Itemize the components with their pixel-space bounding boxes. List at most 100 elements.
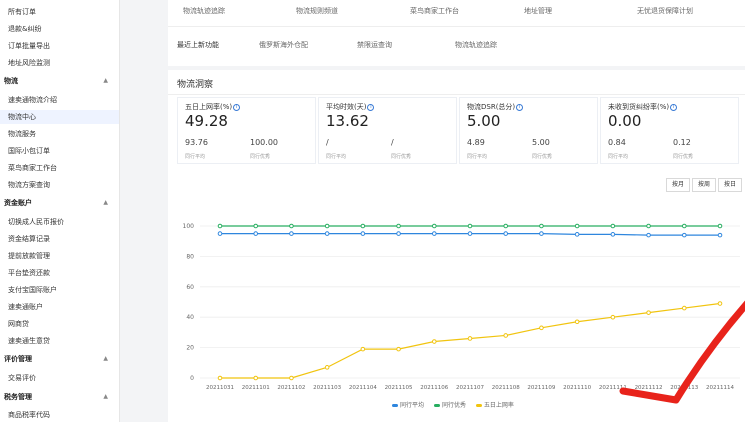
legend-item-peer-best[interactable]: 同行优秀 xyxy=(433,402,466,409)
panel-divider xyxy=(168,94,745,95)
sidebar-item-tax-code[interactable]: 商品税率代码 xyxy=(8,408,50,422)
y-tick-label: 40 xyxy=(186,314,194,321)
sidebar-item-logistics-center[interactable]: 物流中心 xyxy=(0,110,119,124)
sidebar-group-logistics[interactable]: 物流 ▲ xyxy=(4,74,116,88)
link-restricted-query[interactable]: 禁限运查询 xyxy=(357,40,392,50)
sidebar-group-reviews-label: 评价管理 xyxy=(4,355,32,363)
data-point xyxy=(360,223,366,229)
link-cainiao-workbench[interactable]: 菜鸟商家工作台 xyxy=(410,6,459,16)
info-icon[interactable]: i xyxy=(367,103,375,111)
legend-label: 同行平均 xyxy=(400,402,425,409)
new-features-label: 最近上新功能 xyxy=(177,41,219,49)
sidebar-item-settlement-records[interactable]: 资金结算记录 xyxy=(8,232,50,246)
red-annotation-stroke xyxy=(619,300,745,404)
metric-peer-avg: 4.89 xyxy=(467,138,485,147)
data-point xyxy=(324,365,330,370)
metric-label: 未收到货纠纷率(%) xyxy=(608,103,670,111)
metric-peer-best: 100.00 xyxy=(250,138,278,147)
legend-swatch xyxy=(475,404,482,407)
sidebar-item-rmb-pricing[interactable]: 切换成人民币报价 xyxy=(8,215,64,229)
caret-up-icon: ▲ xyxy=(103,77,108,84)
data-point xyxy=(324,223,330,229)
data-point xyxy=(360,231,366,236)
sidebar-item-trade-reviews[interactable]: 交易评价 xyxy=(8,371,36,385)
y-tick-label: 100 xyxy=(183,223,195,230)
sidebar-item-logistics-service[interactable]: 物流服务 xyxy=(8,127,36,141)
sidebar-group-tax-label: 税务管理 xyxy=(4,393,32,401)
data-point xyxy=(289,231,294,236)
data-point xyxy=(467,336,473,341)
info-icon[interactable]: i xyxy=(516,103,524,111)
metric-peer-best-label: 同行优秀 xyxy=(391,154,412,160)
range-month-button[interactable]: 按月 xyxy=(666,178,690,192)
sidebar-group-tax[interactable]: 税务管理 ▲ xyxy=(4,390,116,404)
range-week-button[interactable]: 按周 xyxy=(692,178,716,192)
data-point xyxy=(646,223,651,229)
sidebar-item-early-release[interactable]: 提前放款管理 xyxy=(8,249,50,263)
metric-value: 5.00 xyxy=(467,112,501,130)
metric-peer-best: 5.00 xyxy=(532,138,550,147)
data-point xyxy=(467,231,473,236)
data-point xyxy=(503,223,509,229)
x-tick-label: 20211105 xyxy=(385,385,413,391)
new-features-row: 最近上新功能 俄罗斯海外仓配 禁限运查询 物流轨迹追踪 xyxy=(168,40,745,54)
caret-up-icon: ▲ xyxy=(103,393,108,400)
sidebar-item-platform-advance-repay[interactable]: 平台垫资还款 xyxy=(8,266,50,280)
sidebar-group-reviews[interactable]: 评价管理 ▲ xyxy=(4,352,116,366)
sidebar-item-address-risk[interactable]: 地址风险监测 xyxy=(8,56,50,70)
metric-peer-best-label: 同行优秀 xyxy=(673,154,694,160)
data-point xyxy=(324,231,330,236)
link-logistics-rules[interactable]: 物流规则频道 xyxy=(296,6,338,16)
range-day-button[interactable]: 按日 xyxy=(718,178,742,192)
main-content: 物流轨迹追踪 物流规则频道 菜鸟商家工作台 地址管理 无忧退货保障计划 最近上新… xyxy=(120,0,745,422)
sidebar-item-order-export[interactable]: 订单批量导出 xyxy=(8,39,50,53)
data-point xyxy=(253,223,259,229)
data-point xyxy=(610,232,616,237)
metric-label: 平均时效(天) xyxy=(326,103,367,111)
sidebar-item-mybank-loan[interactable]: 网商贷 xyxy=(8,317,29,331)
chart-legend: 同行平均 同行优秀 五日上网率 xyxy=(392,400,522,409)
data-point xyxy=(396,231,401,236)
data-point xyxy=(610,314,616,320)
sidebar-item-small-parcel-orders[interactable]: 国际小包订单 xyxy=(8,144,50,158)
data-point xyxy=(217,223,223,229)
data-point xyxy=(253,231,259,236)
x-tick-label: 20211106 xyxy=(420,385,448,391)
x-tick-label: 20211101 xyxy=(242,385,270,391)
sidebar-item-cainiao-workbench[interactable]: 菜鸟商家工作台 xyxy=(8,161,57,175)
link-tracking-2[interactable]: 物流轨迹追踪 xyxy=(455,40,497,50)
info-icon[interactable]: i xyxy=(233,103,241,111)
data-point xyxy=(217,231,223,236)
x-tick-label: 20211110 xyxy=(563,385,591,391)
y-tick-label: 80 xyxy=(186,253,194,260)
data-point xyxy=(396,346,401,352)
sidebar-item-logistics-plan-query[interactable]: 物流方案查询 xyxy=(8,178,50,192)
data-point xyxy=(646,232,651,238)
sidebar-item-aliexpress-account[interactable]: 速卖通账户 xyxy=(8,300,43,314)
x-tick-label: 20211031 xyxy=(206,385,234,391)
legend-item-online-rate[interactable]: 五日上网率 xyxy=(475,402,514,409)
sidebar-item-refunds[interactable]: 退款&纠纷 xyxy=(8,22,41,36)
y-tick-label: 0 xyxy=(190,375,194,382)
data-point xyxy=(539,231,544,236)
quick-links-row: 物流轨迹追踪 物流规则频道 菜鸟商家工作台 地址管理 无忧退货保障计划 xyxy=(168,6,745,20)
metric-card-dispute-rate: 未收到货纠纷率(%) i 0.00 0.84 0.12 同行平均 同行优秀 xyxy=(600,97,739,164)
y-tick-label: 60 xyxy=(186,284,194,291)
link-address-management[interactable]: 地址管理 xyxy=(524,6,552,16)
legend-item-peer-avg[interactable]: 同行平均 xyxy=(392,402,424,409)
caret-up-icon: ▲ xyxy=(103,199,108,206)
sidebar-group-funds[interactable]: 资金账户 ▲ xyxy=(4,196,116,210)
sidebar-item-business-loan[interactable]: 速卖通生意贷 xyxy=(8,334,50,348)
data-point xyxy=(503,231,509,236)
sidebar-item-all-orders[interactable]: 所有订单 xyxy=(8,5,36,19)
sidebar-item-alipay-intl[interactable]: 支付宝国际账户 xyxy=(8,283,57,297)
link-tracking[interactable]: 物流轨迹追踪 xyxy=(183,6,225,16)
link-russia-overseas-warehouse[interactable]: 俄罗斯海外仓配 xyxy=(259,40,308,50)
x-tick-label: 20211109 xyxy=(527,385,555,391)
metric-peer-best: 0.12 xyxy=(673,138,691,147)
info-icon[interactable]: i xyxy=(670,103,678,111)
trend-line-chart: 0 20 40 60 80 100 20211031 20211101 20211102 2021… xyxy=(183,223,745,404)
sidebar-item-logistics-intro[interactable]: 速卖通物流介绍 xyxy=(8,93,57,107)
link-worry-free-returns[interactable]: 无忧退货保障计划 xyxy=(637,6,693,16)
data-point xyxy=(289,223,294,229)
